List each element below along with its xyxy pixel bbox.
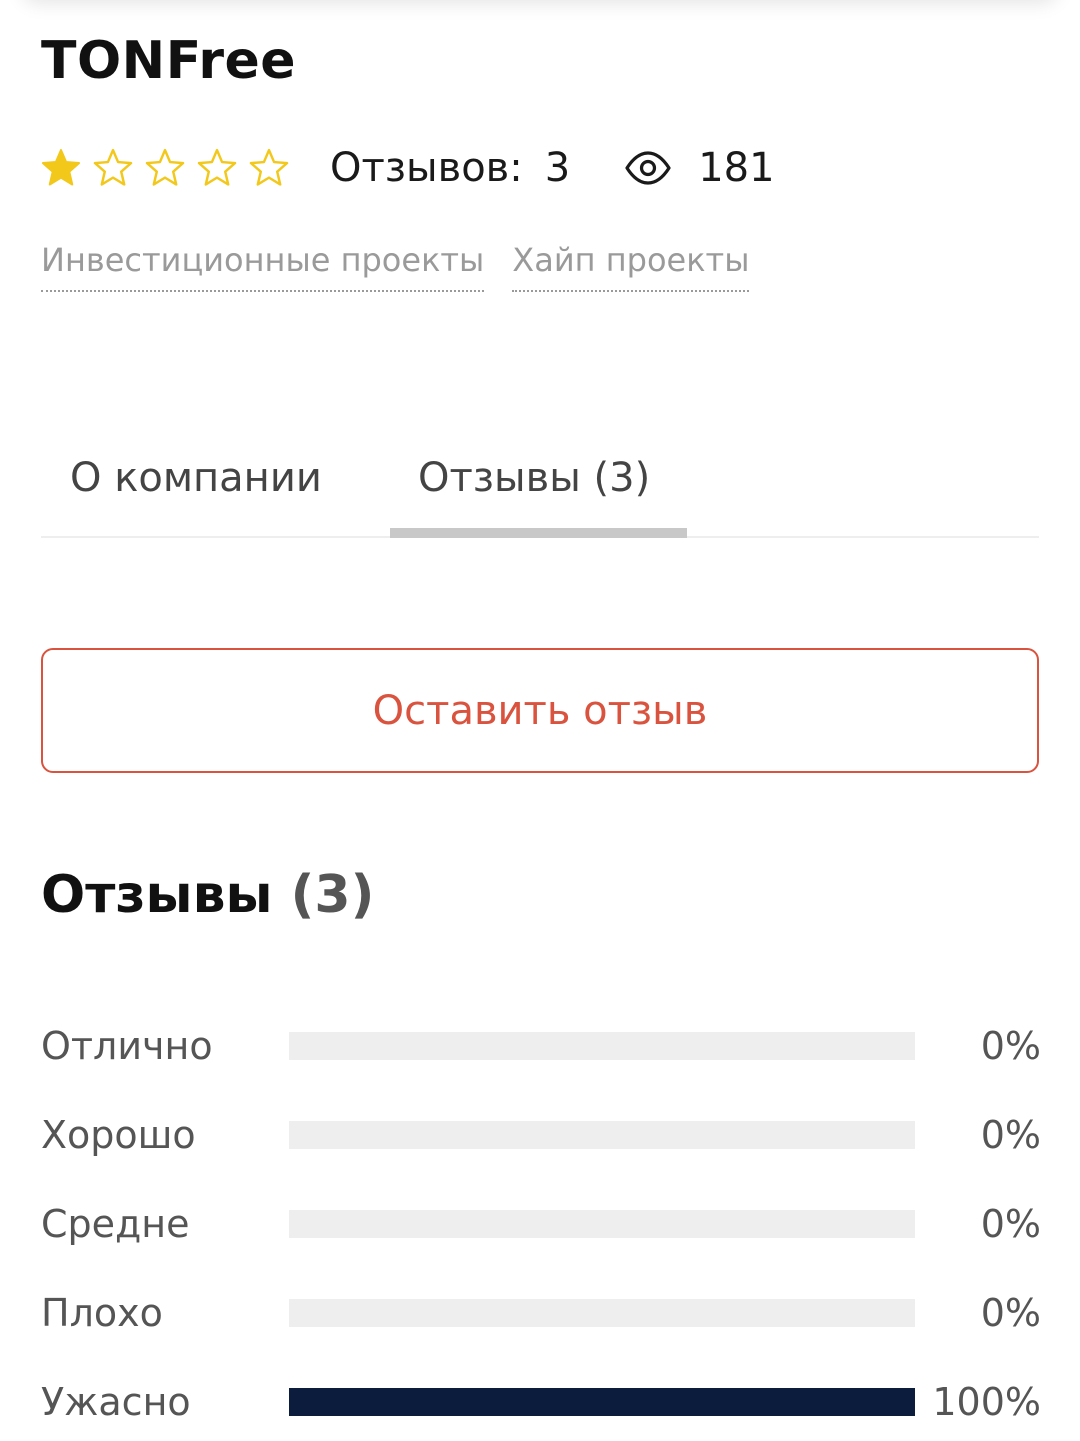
- distribution-bar-track: [289, 1388, 915, 1416]
- page: TONFree Отзывов: 3 181 Инвестиционные пр…: [0, 0, 1080, 1441]
- reviews-section-count: (3): [290, 865, 375, 925]
- category-link-investment[interactable]: Инвестиционные проекты: [41, 238, 485, 292]
- distribution-percent: 0%: [980, 1202, 1041, 1246]
- views-count-value: 181: [698, 145, 775, 191]
- reviews-count: Отзывов: 3: [330, 145, 570, 191]
- rating-row: Отзывов: 3 181: [40, 142, 775, 194]
- distribution-label: Хорошо: [41, 1113, 196, 1157]
- tabs: О компании Отзывы (3): [41, 440, 1039, 538]
- distribution-percent: 100%: [932, 1380, 1041, 1424]
- tab-about-company[interactable]: О компании: [70, 450, 322, 506]
- reviews-section-title: Отзывы (3): [41, 862, 374, 928]
- distribution-label: Плохо: [41, 1291, 163, 1335]
- distribution-label: Ужасно: [41, 1380, 191, 1424]
- distribution-bar-track: [289, 1121, 915, 1149]
- distribution-percent: 0%: [980, 1291, 1041, 1335]
- rating-distribution-row: Хорошо 0%: [41, 1105, 1041, 1165]
- distribution-label: Отлично: [41, 1024, 213, 1068]
- rating-distribution-row: Плохо 0%: [41, 1283, 1041, 1343]
- distribution-bar-track: [289, 1032, 915, 1060]
- distribution-percent: 0%: [980, 1113, 1041, 1157]
- reviews-count-label: Отзывов:: [330, 145, 523, 191]
- star-rating: [40, 147, 300, 189]
- rating-distribution-row: Отлично 0%: [41, 1016, 1041, 1076]
- distribution-percent: 0%: [980, 1024, 1041, 1068]
- distribution-bar-fill: [289, 1388, 915, 1416]
- rating-distribution-row: Ужасно 100%: [41, 1372, 1041, 1432]
- star-icon-empty: [197, 148, 237, 186]
- distribution-label: Средне: [41, 1202, 190, 1246]
- leave-review-button[interactable]: Оставить отзыв: [41, 648, 1039, 773]
- page-title: TONFree: [41, 31, 297, 91]
- category-link-hype[interactable]: Хайп проекты: [512, 238, 750, 292]
- rating-distribution-row: Средне 0%: [41, 1194, 1041, 1254]
- distribution-bar-track: [289, 1210, 915, 1238]
- star-icon-empty: [249, 148, 289, 186]
- star-icon-empty: [93, 148, 133, 186]
- star-icon-filled: [41, 149, 81, 186]
- reviews-count-value: 3: [544, 145, 571, 191]
- category-links: Инвестиционные проекты Хайп проекты: [41, 238, 777, 292]
- active-tab-indicator: [390, 528, 687, 538]
- tab-reviews[interactable]: Отзывы (3): [418, 450, 650, 506]
- reviews-section-title-text: Отзывы: [41, 865, 273, 925]
- star-icon-empty: [145, 148, 185, 186]
- eye-icon: [625, 151, 671, 185]
- distribution-bar-track: [289, 1299, 915, 1327]
- views-count: 181: [624, 144, 775, 192]
